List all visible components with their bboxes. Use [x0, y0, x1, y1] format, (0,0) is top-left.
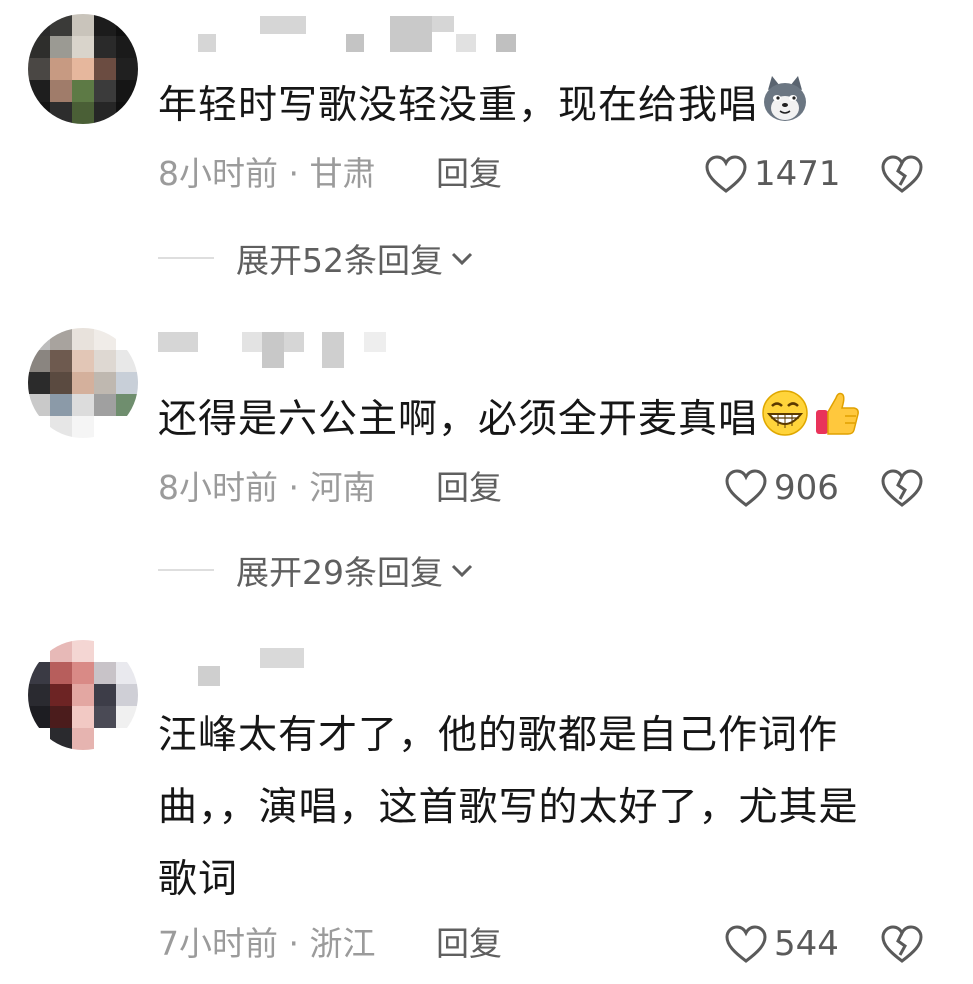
reply-button[interactable]: 回复 [436, 466, 502, 510]
username-blurred[interactable] [158, 644, 518, 686]
username-blurred[interactable] [158, 330, 518, 370]
time-location: 7小时前 · 浙江 [158, 924, 376, 963]
heart-outline-icon [725, 925, 767, 963]
comment-meta: 8小时前 · 甘肃 回复 1471 [158, 152, 948, 196]
broken-heart-icon[interactable] [880, 922, 924, 966]
heart-outline-icon [725, 469, 767, 507]
heart-outline-icon [705, 155, 747, 193]
comment-text-line-2: 曲，，演唱，这首歌写的太好了，尤其是 [158, 785, 859, 830]
username-blurred[interactable] [158, 14, 518, 54]
avatar[interactable] [28, 640, 138, 750]
like-button[interactable]: 544 [724, 922, 839, 966]
divider-line [158, 257, 214, 259]
expand-replies-label: 展开29条回复 [236, 553, 443, 592]
time-location: 8小时前 · 甘肃 [158, 154, 376, 193]
like-count: 544 [774, 924, 839, 964]
comment-text: 年轻时写歌没轻没重，现在给我唱 [158, 74, 948, 137]
expand-replies-button[interactable]: 展开29条回复 [158, 548, 475, 592]
time-location: 8小时前 · 河南 [158, 468, 376, 507]
grin-emoji-icon [762, 390, 808, 436]
comment-text-content: 年轻时写歌没轻没重，现在给我唱 [158, 83, 759, 128]
broken-heart-icon[interactable] [880, 466, 924, 510]
avatar[interactable] [28, 14, 138, 124]
comment-meta: 7小时前 · 浙江 回复 544 [158, 922, 948, 966]
comment-text-line-3: 歌词 [158, 857, 239, 902]
chevron-down-icon [451, 252, 473, 266]
comment-text: 汪峰太有才了，他的歌都是自己作词作 曲，，演唱，这首歌写的太好了，尤其是 歌词 [158, 700, 948, 916]
comment-text-content: 还得是六公主啊，必须全开麦真唱 [158, 397, 759, 442]
divider-line [158, 569, 214, 571]
comment-text: 还得是六公主啊，必须全开麦真唱 [158, 388, 948, 451]
comment-meta: 8小时前 · 河南 回复 906 [158, 466, 948, 510]
expand-replies-label: 展开52条回复 [236, 241, 443, 280]
reply-button[interactable]: 回复 [436, 152, 502, 196]
broken-heart-icon[interactable] [880, 152, 924, 196]
like-count: 906 [774, 468, 839, 508]
wolf-emoji-icon [764, 76, 807, 121]
like-count: 1471 [754, 154, 841, 194]
expand-replies-button[interactable]: 展开52条回复 [158, 236, 475, 280]
thumbs-up-emoji-icon [816, 392, 859, 435]
avatar[interactable] [28, 328, 138, 438]
chevron-down-icon [451, 564, 473, 578]
comment-text-line-1: 汪峰太有才了，他的歌都是自己作词作 [158, 713, 839, 758]
like-button[interactable]: 1471 [704, 152, 841, 196]
reply-button[interactable]: 回复 [436, 922, 502, 966]
like-button[interactable]: 906 [724, 466, 839, 510]
